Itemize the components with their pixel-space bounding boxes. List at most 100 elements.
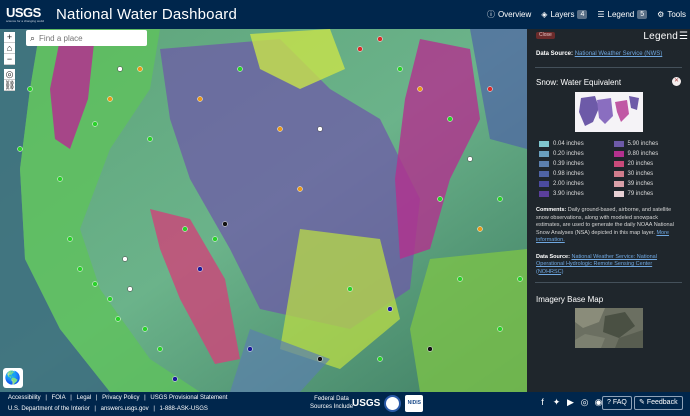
swatch-item: 20 inches (613, 159, 679, 168)
footer-separator: | (95, 395, 98, 401)
footer-link-legal[interactable]: Legal (77, 395, 92, 401)
faq-label: FAQ (612, 399, 627, 406)
footer-link-privacy[interactable]: Privacy Policy (102, 395, 139, 401)
remove-layer-button[interactable]: ✕ (672, 77, 681, 86)
snow-data-source-label: Data Source: (536, 253, 570, 260)
swatch-item: 0.39 inches (539, 159, 604, 168)
footer-link-phone[interactable]: 1-888-ASK-USGS (160, 406, 208, 412)
search-icon: ⌕ (30, 32, 36, 43)
nav-legend-label: Legend (607, 10, 635, 19)
swatch-color (539, 170, 549, 177)
help-icon: ? (607, 399, 611, 406)
usgs-footer-logo[interactable]: USGS (352, 398, 380, 409)
footer-link-accessibility[interactable]: Accessibility (8, 395, 41, 401)
facebook-icon[interactable]: f (537, 397, 548, 408)
data-source-top: Data Source: National Weather Service (N… (527, 47, 690, 61)
zoom-controls: + ⌂ − ◎ ⛓ (4, 32, 15, 91)
social-links: f ✦ ▶ ◎ ◉ (537, 397, 604, 408)
nav-legend[interactable]: ☰ Legend 5 (597, 10, 648, 19)
basemap-globe-button[interactable]: 🌎 (3, 368, 23, 388)
twitter-icon[interactable]: ✦ (551, 397, 562, 408)
swatch-color (539, 180, 549, 187)
swatch-label: 2.00 inches (553, 180, 584, 187)
swatch-label: 0.39 inches (553, 160, 584, 167)
swatch-color (613, 140, 624, 147)
footer-link-doi[interactable]: U.S. Department of the Interior (8, 406, 90, 412)
search-input[interactable] (39, 33, 135, 43)
imagery-layer-title: Imagery Base Map (536, 295, 604, 304)
swatch-item: 39 inches (613, 179, 679, 188)
nav-layers-label: Layers (550, 10, 575, 19)
list-icon[interactable]: ☰ (679, 31, 688, 42)
swatch-label: 79 inches (627, 190, 654, 197)
swatch-color (613, 150, 624, 157)
swatch-item: 2.00 inches (539, 179, 604, 188)
logo-tagline: science for a changing world (6, 19, 45, 23)
app-title: National Water Dashboard (56, 6, 237, 23)
imagery-preview-thumbnail (574, 308, 643, 348)
nav-overview[interactable]: ⓘ Overview (487, 9, 531, 20)
snow-layer-title-text: Snow: Water Equivalent (536, 78, 622, 87)
legend-header: Close Legend ☰ (527, 29, 690, 47)
footer-separator: | (94, 406, 96, 412)
legend-count-badge: 5 (637, 10, 648, 19)
search-box[interactable]: ⌕ (26, 30, 147, 46)
footer-separator: | (45, 395, 47, 401)
nav-layers[interactable]: ◈ Layers 4 (541, 10, 588, 19)
federal-sources-label: Federal Data Sources Include (310, 395, 353, 411)
snow-data-source: Data Source: National Weather Service: N… (527, 245, 690, 277)
swatch-label: 20 inches (627, 160, 654, 167)
swatch-item: 0.20 inches (539, 149, 604, 158)
federal-line2: Sources Include (310, 404, 354, 410)
list-icon: ☰ (597, 10, 605, 19)
link-icon[interactable]: ⛓ (4, 80, 15, 91)
nidis-logo[interactable]: NIDIS (405, 395, 424, 412)
instagram-icon[interactable]: ◎ (579, 397, 590, 408)
swatch-item: 0.04 inches (539, 139, 604, 148)
swatch-color (613, 180, 624, 187)
footer-link-provisional[interactable]: USGS Provisional Statement (150, 395, 227, 401)
youtube-icon[interactable]: ▶ (565, 397, 576, 408)
nav-tools-label: Tools (667, 10, 686, 19)
swatch-label: 5.90 inches (627, 140, 659, 147)
zoom-in-button[interactable]: + (4, 32, 15, 43)
feedback-label: Feedback (646, 399, 678, 406)
swatch-label: 0.98 inches (553, 170, 584, 177)
footer-separator: | (153, 406, 155, 412)
map-layer (0, 29, 527, 392)
swatch-color (539, 150, 549, 157)
location-icon[interactable]: ◎ (4, 69, 15, 80)
divider (535, 282, 682, 283)
footer-links-row2: U.S. Department of the Interior | answer… (8, 406, 211, 412)
swatch-item: 0.98 inches (539, 169, 604, 178)
footer-link-answers[interactable]: answers.usgs.gov (101, 406, 149, 412)
header-nav: ⓘ Overview ◈ Layers 4 ☰ Legend 5 ⚙ Tools (487, 0, 686, 29)
swatch-color (539, 140, 549, 147)
feedback-button[interactable]: ✎ Feedback (634, 396, 683, 410)
nav-overview-label: Overview (497, 10, 532, 19)
swatch-item: 79 inches (613, 189, 679, 198)
footer-links-row1: Accessibility | FOIA | Legal | Privacy P… (8, 395, 230, 401)
nws-logo[interactable] (384, 395, 402, 412)
legend-panel: Close Legend ☰ Data Source: National Wea… (527, 29, 690, 392)
snow-preview-art (574, 92, 643, 132)
legend-title: Legend (643, 31, 678, 42)
nav-tools[interactable]: ⚙ Tools (657, 10, 686, 19)
federal-line1: Federal Data (314, 396, 349, 402)
globe-icon: 🌎 (4, 370, 22, 385)
federal-logos: USGS NIDIS (352, 395, 424, 412)
footer-link-foia[interactable]: FOIA (52, 395, 66, 401)
swatch-label: 39 inches (627, 180, 654, 187)
faq-button[interactable]: ? FAQ (602, 396, 632, 410)
home-button[interactable]: ⌂ (4, 43, 15, 54)
data-source-link[interactable]: National Weather Service (NWS) (575, 51, 663, 57)
swatch-item: 5.90 inches (613, 139, 679, 148)
zoom-out-button[interactable]: − (4, 54, 15, 65)
usgs-logo[interactable]: USGS science for a changing world (6, 6, 50, 23)
legend-close-button[interactable]: Close (536, 32, 555, 39)
swatch-color (613, 170, 624, 177)
map-canvas[interactable]: + ⌂ − ◎ ⛓ ⌕ 🌎 (0, 29, 527, 392)
snow-swatch-grid: 0.04 inches 5.90 inches 0.20 inches 9.80… (527, 132, 690, 198)
layers-icon: ◈ (541, 10, 548, 19)
divider (535, 67, 682, 68)
